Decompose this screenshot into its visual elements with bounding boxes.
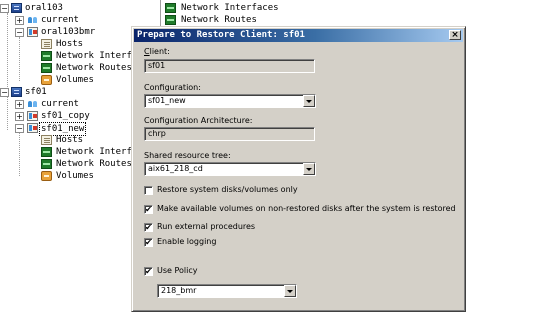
- make-available-label: Make available volumes on non-restored d…: [157, 204, 456, 213]
- tree-connector: [19, 132, 20, 176]
- run-external-label: Run external procedures: [157, 222, 256, 231]
- make-available-checkbox[interactable]: ✔: [144, 205, 153, 214]
- configuration-label: Configuration:: [144, 83, 201, 92]
- hosts-icon: [41, 39, 52, 49]
- tree-connector: [19, 37, 20, 81]
- collapse-toggle[interactable]: −: [15, 124, 24, 133]
- configuration-select[interactable]: sf01_new: [144, 94, 316, 108]
- network-routes-icon: [41, 63, 52, 73]
- client-group-icon: [27, 15, 38, 25]
- tree-node-label: Network Routes: [56, 159, 132, 169]
- list-item-label: Network Interfaces: [181, 3, 279, 13]
- run-external-checkbox[interactable]: ✔: [144, 223, 153, 232]
- tree-node-label: oral103: [25, 3, 63, 13]
- enable-logging-checkbox[interactable]: ✔: [144, 238, 153, 247]
- architecture-field: chrp: [144, 127, 315, 141]
- dropdown-arrow-icon[interactable]: [303, 95, 315, 107]
- network-routes-icon: [41, 159, 52, 169]
- restore-system-label: Restore system disks/volumes only: [157, 185, 298, 194]
- expand-toggle[interactable]: +: [15, 16, 24, 25]
- configuration-icon: [27, 27, 38, 37]
- tree-connector: [7, 13, 8, 91]
- architecture-label: Configuration Architecture:: [144, 116, 253, 125]
- dialog-titlebar[interactable]: Prepare to Restore Client: sf01 ×: [134, 29, 463, 42]
- close-button[interactable]: ×: [449, 30, 461, 40]
- policy-select[interactable]: 218_bmr: [157, 284, 297, 298]
- srt-label: Shared resource tree:: [144, 151, 231, 160]
- tree-node-label: Hosts: [56, 135, 84, 145]
- collapse-toggle[interactable]: −: [0, 4, 9, 13]
- configuration-value: sf01_new: [148, 96, 186, 105]
- collapse-toggle[interactable]: −: [15, 28, 24, 37]
- dropdown-arrow-icon[interactable]: [303, 163, 315, 175]
- volumes-icon: [41, 75, 52, 85]
- tree-node-label: oral103bmr: [41, 27, 96, 37]
- server-icon: [11, 3, 22, 13]
- prepare-to-restore-dialog: Prepare to Restore Client: sf01 × Client…: [131, 26, 466, 312]
- collapse-toggle[interactable]: −: [0, 88, 9, 97]
- tree-node-label: Network Routes: [56, 63, 132, 73]
- tree-node-label: sf01_copy: [41, 111, 90, 121]
- configuration-icon: [27, 123, 38, 133]
- restore-system-checkbox[interactable]: [144, 186, 153, 195]
- client-field: sf01: [144, 59, 315, 73]
- tree-node-label: Volumes: [56, 171, 94, 181]
- hosts-icon: [41, 135, 52, 145]
- srt-value: aix61_218_cd: [148, 164, 203, 173]
- tree-node-label: current: [41, 15, 79, 25]
- dropdown-arrow-icon[interactable]: [284, 285, 296, 297]
- tree-connector: [7, 96, 8, 130]
- tree-node-label: Volumes: [56, 75, 94, 85]
- tree-node-label: sf01: [25, 87, 47, 97]
- configuration-icon: [27, 111, 38, 121]
- use-policy-label: Use Policy: [157, 266, 198, 275]
- network-interface-icon: [165, 3, 176, 13]
- use-policy-checkbox[interactable]: ✔: [144, 267, 153, 276]
- tree-node-label: Hosts: [56, 39, 84, 49]
- volumes-icon: [41, 171, 52, 181]
- expand-toggle[interactable]: +: [15, 112, 24, 121]
- network-routes-icon: [165, 15, 176, 25]
- dialog-title: Prepare to Restore Client: sf01: [137, 30, 305, 40]
- srt-select[interactable]: aix61_218_cd: [144, 162, 316, 176]
- tree-node-label: current: [41, 99, 79, 109]
- server-icon: [11, 87, 22, 97]
- client-label: Client:: [144, 47, 170, 56]
- policy-value: 218_bmr: [161, 286, 197, 295]
- list-item-label: Network Routes: [181, 15, 257, 25]
- network-interface-icon: [41, 51, 52, 61]
- expand-toggle[interactable]: +: [15, 100, 24, 109]
- client-group-icon: [27, 99, 38, 109]
- network-interface-icon: [41, 147, 52, 157]
- details-list: Network Interfaces Network Routes: [160, 0, 554, 28]
- enable-logging-label: Enable logging: [157, 237, 217, 246]
